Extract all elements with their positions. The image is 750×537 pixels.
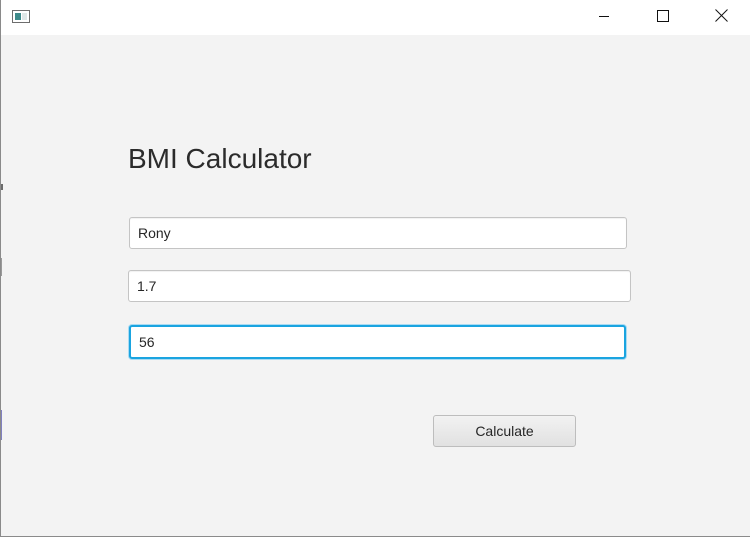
- window-edge-mark: [1, 258, 2, 276]
- minimize-icon: [598, 9, 610, 27]
- maximize-button[interactable]: [634, 0, 692, 35]
- form-panel: BMI Calculator Calculate: [1, 35, 750, 536]
- page-title: BMI Calculator: [128, 143, 312, 174]
- calculate-button[interactable]: Calculate: [433, 415, 576, 447]
- close-button[interactable]: [692, 0, 750, 35]
- title-bar[interactable]: [1, 0, 750, 35]
- close-icon: [714, 8, 728, 27]
- app-window: BMI Calculator Calculate: [0, 0, 750, 537]
- minimize-button[interactable]: [575, 0, 633, 35]
- window-edge-mark: [1, 184, 3, 190]
- name-field[interactable]: [129, 217, 627, 249]
- app-window-icon: [12, 10, 30, 23]
- weight-field[interactable]: [129, 325, 626, 359]
- window-edge-mark: [1, 410, 2, 440]
- height-field[interactable]: [128, 270, 631, 302]
- maximize-icon: [657, 9, 669, 27]
